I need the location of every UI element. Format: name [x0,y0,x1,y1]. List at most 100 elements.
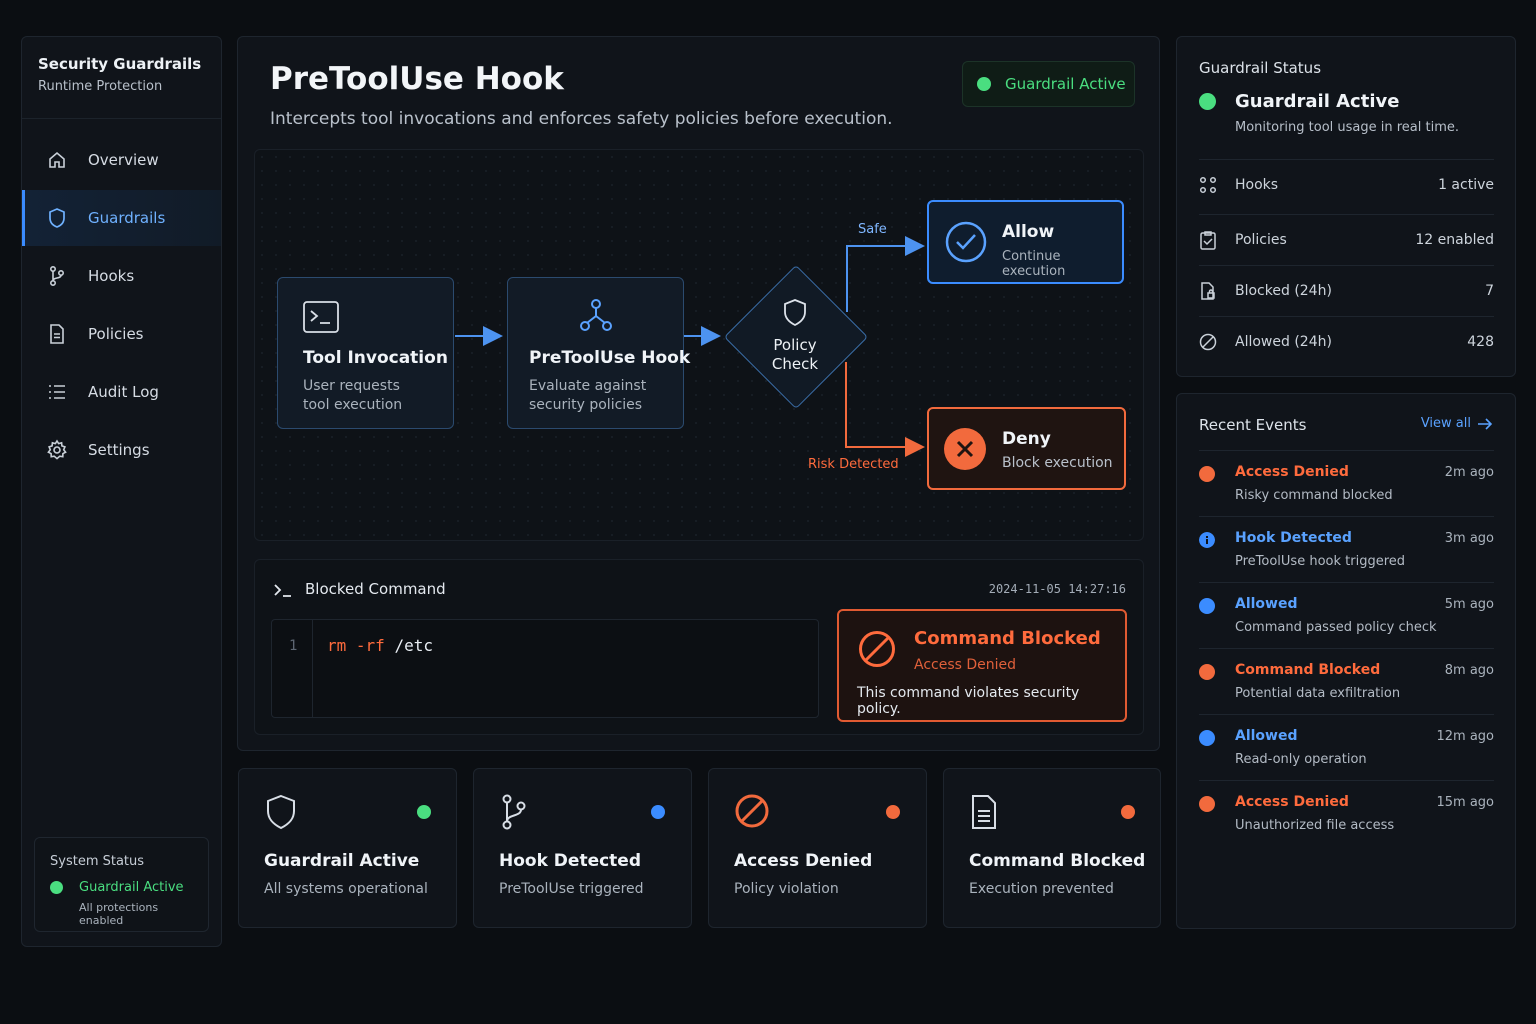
event-dot [1199,796,1215,812]
brand-title: Security Guardrails [38,55,202,73]
clipboard-icon [1199,230,1217,250]
sidebar-item-hooks[interactable]: Hooks [22,248,221,304]
card-guardrail-active[interactable]: Guardrail Active All systems operational [238,768,457,928]
node-sub-1: User requests [303,378,400,394]
x-circle-icon [944,428,986,470]
arrow-to-deny [845,362,925,457]
status-dot [1121,805,1135,819]
allow-node: Allow Continue execution [927,200,1124,284]
node-sub-1: Evaluate against [529,378,647,394]
event-item[interactable]: Access Denied 2m ago Risky command block… [1199,450,1494,516]
command-blocked-sub: Access Denied [914,657,1017,673]
event-time: 15m ago [1436,795,1494,810]
risk-detected-label: Risk Detected [808,457,899,472]
sidebar-item-label: Audit Log [88,383,159,401]
deny-node: Deny Block execution [927,407,1126,490]
event-name: Command Blocked [1235,662,1381,678]
card-hook-detected[interactable]: Hook Detected PreToolUse triggered [473,768,692,928]
stat-label: Policies [1235,231,1287,248]
node-title: PreToolUse Hook [529,348,691,368]
stat-label: Blocked (24h) [1235,282,1332,299]
main-panel: PreToolUse Hook Intercepts tool invocati… [237,36,1160,751]
brand-subtitle: Runtime Protection [38,79,163,94]
document-icon [46,323,68,345]
home-icon [46,149,68,171]
node-sub-2: security policies [529,397,643,413]
policy-check-line1: Policy [773,336,817,354]
guardrail-status-title: Guardrail Status [1199,59,1322,77]
ban-icon [1199,333,1217,351]
list-icon [46,381,68,403]
card-sub: Policy violation [734,881,839,897]
hook-network-icon [580,299,612,331]
arrow-right-icon [1478,417,1493,430]
event-item[interactable]: Allowed 12m ago Read-only operation [1199,714,1494,780]
blocked-command-panel: Blocked Command 2024-11-05 14:27:16 1 rm… [254,559,1144,735]
policy-check-line2: Check [771,355,819,373]
sidebar-item-overview[interactable]: Overview [22,132,221,188]
card-sub: Execution prevented [969,881,1114,897]
sidebar-item-label: Overview [88,151,159,169]
sidebar-item-guardrails[interactable]: Guardrails [22,190,221,246]
code-flag: -rf [355,636,385,655]
pretooluse-hook-node: PreToolUse Hook Evaluate against securit… [507,277,690,429]
check-circle-icon [945,221,987,263]
view-all-label: View all [1420,416,1471,431]
status-dot [1199,93,1216,110]
event-sub: PreToolUse hook triggered [1235,554,1406,569]
event-sub: Potential data exfiltration [1235,686,1401,701]
shield-icon [267,794,295,830]
sidebar-item-label: Policies [88,325,144,343]
gear-icon [46,439,68,461]
guardrail-status-state: Guardrail Active [1199,91,1399,112]
event-time: 12m ago [1436,729,1494,744]
sidebar-item-settings[interactable]: Settings [22,422,221,478]
stat-label: Allowed (24h) [1235,333,1332,350]
ban-icon [735,794,769,828]
event-dot [1199,466,1215,482]
event-time: 2m ago [1444,465,1494,480]
terminal-icon [303,301,339,333]
document-icon [972,795,996,829]
node-sub-2: tool execution [303,397,403,413]
stat-value: 428 [1467,333,1494,350]
policy-check-label: Policy Check [755,336,835,374]
event-item[interactable]: Access Denied 15m ago Unauthorized file … [1199,780,1494,846]
page-description: Intercepts tool invocations and enforces… [270,109,893,129]
stat-row-hooks: Hooks 1 active [1199,159,1494,209]
event-name: Allowed [1235,728,1298,744]
sidebar-item-label: Guardrails [88,209,166,227]
card-command-blocked[interactable]: Command Blocked Execution prevented [943,768,1161,928]
sidebar-item-policies[interactable]: Policies [22,306,221,362]
event-dot [1199,664,1215,680]
card-title: Command Blocked [969,851,1146,871]
sidebar-item-audit-log[interactable]: Audit Log [22,364,221,420]
sidebar: Security Guardrails Runtime Protection O… [21,36,222,947]
node-title: Tool Invocation [303,348,448,368]
event-time: 3m ago [1444,531,1494,546]
allow-sub: Continue execution [1002,249,1066,279]
view-all-link[interactable]: View all [1421,416,1493,431]
stat-label: Hooks [1235,176,1279,193]
event-item[interactable]: Command Blocked 8m ago Potential data ex… [1199,648,1494,714]
card-access-denied[interactable]: Access Denied Policy violation [708,768,927,928]
allow-title: Allow [1002,222,1055,242]
event-item[interactable]: Allowed 5m ago Command passed policy che… [1199,582,1494,648]
terminal-prompt-icon [274,584,291,597]
event-sub: Command passed policy check [1235,620,1437,635]
document-lock-icon [1199,281,1217,301]
deny-sub: Block execution [1002,455,1113,471]
event-name: Access Denied [1235,464,1349,480]
recent-events-title: Recent Events [1199,416,1307,434]
branch-icon [502,794,526,830]
hooks-icon [1199,176,1217,194]
event-time: 5m ago [1444,597,1494,612]
code-line: rm -rf /etc [327,636,433,655]
status-dot [886,805,900,819]
stat-value: 7 [1485,282,1494,299]
tool-invocation-node: Tool Invocation User requests tool execu… [277,277,454,429]
guardrail-status-panel: Guardrail Status Guardrail Active Monito… [1176,36,1516,377]
arrow-to-allow [846,236,925,312]
card-sub: All systems operational [264,881,428,897]
event-item[interactable]: Hook Detected 3m ago PreToolUse hook tri… [1199,516,1494,582]
